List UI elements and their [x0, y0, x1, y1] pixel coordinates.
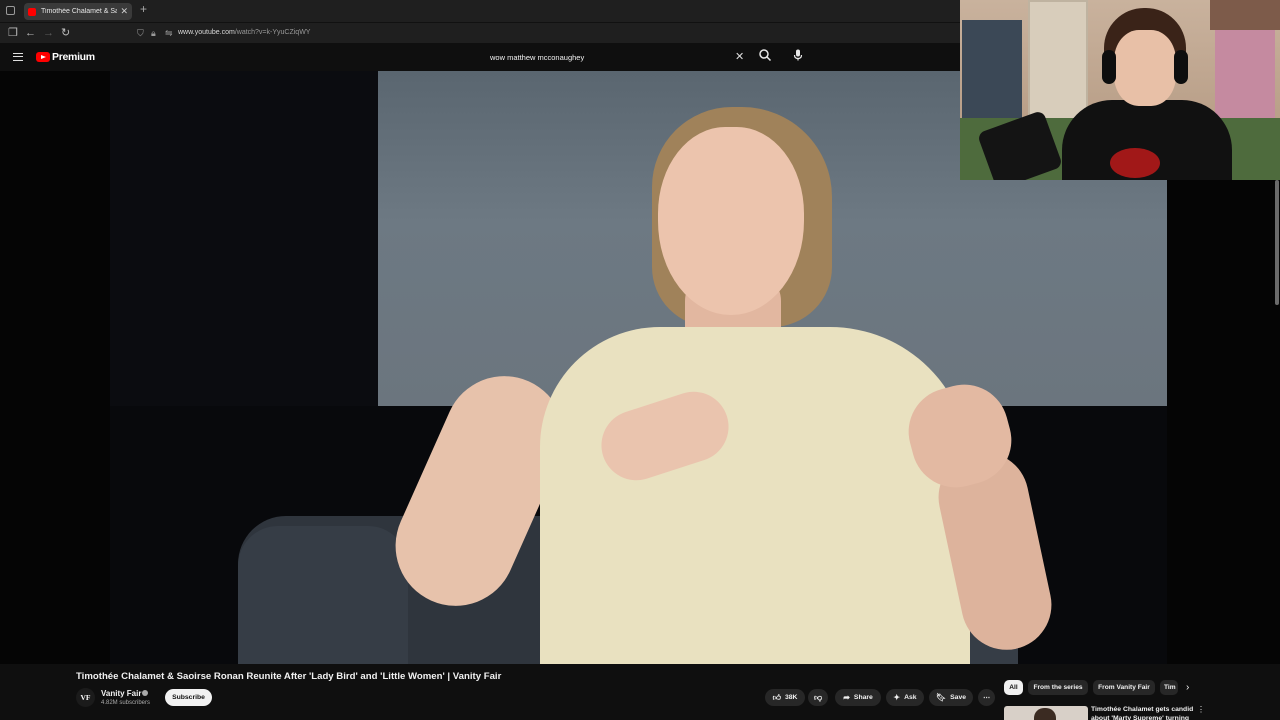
chip-from-vanity-fair[interactable]: From Vanity Fair — [1093, 680, 1155, 695]
youtube-play-icon — [36, 52, 50, 62]
ask-button[interactable]: ✦ Ask — [886, 689, 924, 706]
webcam-poster-right — [1215, 30, 1275, 130]
more-horizontal-icon: ⋯ — [983, 694, 990, 702]
video-info-section: Timothée Chalamet & Saoirse Ronan Reunit… — [0, 664, 1280, 720]
url-host: www.youtube.com — [178, 29, 235, 36]
share-label: Share — [853, 694, 873, 701]
video-subject-dress — [540, 327, 970, 664]
headphones-icon — [1102, 50, 1116, 84]
webcam-poster-left — [962, 20, 1022, 120]
thumbs-down-icon: 👎︎ — [813, 692, 823, 702]
thumbs-up-icon: 👍︎ — [772, 692, 781, 702]
forward-icon[interactable]: → — [43, 26, 54, 40]
more-actions-button[interactable]: ⋯ — [978, 689, 995, 706]
webcam-person-face — [1114, 30, 1176, 106]
clear-search-icon[interactable]: ✕ — [735, 50, 744, 64]
webcam-door — [1028, 0, 1088, 120]
dislike-button[interactable]: 👎︎ — [808, 689, 828, 706]
hamburger-menu-icon[interactable] — [13, 53, 23, 61]
sparkle-icon: ✦ — [893, 692, 901, 702]
recommendation-thumbnail[interactable] — [1004, 706, 1088, 720]
webcam-overlay — [960, 0, 1280, 180]
back-icon[interactable]: ← — [25, 26, 36, 40]
browser-tab-active[interactable]: Timothée Chalamet & Saoirse Ronan Reunit… — [24, 3, 132, 20]
search-input[interactable]: wow matthew mcconaughey ✕ — [483, 47, 751, 67]
search-input-value: wow matthew mcconaughey — [490, 52, 585, 62]
save-button[interactable]: 🔖︎ Save — [929, 689, 973, 706]
youtube-favicon-icon — [28, 7, 36, 16]
youtube-logo[interactable]: Premium — [36, 51, 95, 63]
shield-icon[interactable]: ⛉ — [137, 27, 144, 39]
share-button[interactable]: ➦ Share — [835, 689, 881, 706]
url-field[interactable]: www.youtube.com/watch?v=k-YyuCZiqWY — [178, 29, 310, 36]
video-title: Timothée Chalamet & Saoirse Ronan Reunit… — [76, 671, 502, 682]
url-path: /watch?v=k-YyuCZiqWY — [234, 29, 311, 36]
close-tab-icon[interactable]: ✕ — [120, 7, 128, 16]
subscribe-button[interactable]: Subscribe — [165, 689, 212, 706]
webcam-poster-top — [1210, 0, 1280, 30]
subscriber-count: 4.82M subscribers — [101, 700, 151, 706]
ask-label: Ask — [904, 694, 917, 701]
new-tab-icon[interactable]: + — [140, 3, 147, 15]
chevron-right-icon[interactable]: › — [1186, 681, 1189, 694]
bookmark-icon: 🔖︎ — [935, 692, 947, 702]
chip-from-the-series[interactable]: From the series — [1028, 680, 1088, 695]
like-button[interactable]: 👍︎ 38K — [765, 689, 805, 706]
chip-all[interactable]: All — [1004, 680, 1023, 695]
tab-overview-icon[interactable] — [6, 6, 15, 15]
more-vertical-icon[interactable]: ⋮ — [1197, 705, 1205, 714]
recommendation-title[interactable]: Timothée Chalamet gets candid about 'Mar… — [1091, 706, 1195, 720]
like-count: 38K — [784, 694, 798, 701]
channel-avatar[interactable]: VF — [76, 688, 95, 707]
save-label: Save — [950, 694, 967, 701]
video-subject-face — [658, 127, 804, 315]
verified-badge-icon — [142, 690, 148, 696]
microphone-icon[interactable] — [791, 48, 805, 62]
webcam-shirt-print — [1110, 148, 1160, 178]
site-settings-icon[interactable]: ⇋ — [165, 27, 173, 39]
tab-title: Timothée Chalamet & Saoirse Ronan Reunit… — [41, 8, 118, 15]
search-icon[interactable] — [758, 48, 772, 62]
reload-icon[interactable]: ↻ — [61, 26, 70, 40]
chip-timothee[interactable]: Tim — [1160, 680, 1178, 695]
share-icon: ➦ — [843, 692, 850, 702]
headphones-ear-right — [1174, 50, 1188, 84]
video-chair-arm-left — [238, 526, 408, 664]
logo-wordmark: Premium — [52, 51, 95, 63]
lock-icon[interactable]: 🔒︎ — [151, 27, 156, 39]
page-scrollbar[interactable] — [1275, 180, 1279, 305]
channel-name[interactable]: Vanity Fair — [101, 689, 141, 698]
sidebar-toggle-icon[interactable]: ❐ — [8, 26, 18, 40]
